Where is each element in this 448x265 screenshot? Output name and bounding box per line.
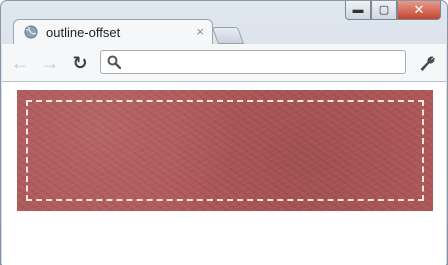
window-controls: ▬ ▢ ✕ [345, 1, 441, 21]
close-icon: ✕ [413, 2, 425, 17]
dashed-outline [26, 100, 424, 201]
toolbar: ← → ↻ [2, 44, 446, 82]
minimize-button[interactable]: ▬ [345, 1, 371, 20]
close-window-button[interactable]: ✕ [397, 1, 441, 20]
search-icon [107, 55, 121, 69]
globe-icon [24, 25, 38, 39]
forward-arrow-icon: → [41, 53, 59, 73]
tab-close-button[interactable]: × [196, 24, 204, 40]
maximize-button[interactable]: ▢ [371, 1, 397, 20]
address-input[interactable] [127, 53, 401, 73]
title-bar: outline-offset × ▬ ▢ ✕ [1, 1, 447, 45]
page-content [2, 82, 446, 265]
address-bar[interactable] [100, 50, 406, 74]
reload-button[interactable]: ↻ [70, 53, 90, 73]
reload-icon: ↻ [72, 53, 88, 73]
wrench-icon[interactable] [418, 54, 436, 72]
back-arrow-icon: ← [11, 53, 29, 73]
minimize-icon: ▬ [352, 4, 364, 16]
leather-box [17, 90, 433, 211]
browser-window: outline-offset × ▬ ▢ ✕ ← → ↻ [0, 0, 448, 265]
back-button[interactable]: ← [10, 53, 30, 73]
tab-outline-offset[interactable]: outline-offset × [13, 19, 213, 45]
new-tab-button[interactable] [211, 27, 245, 44]
forward-button[interactable]: → [40, 53, 60, 73]
maximize-icon: ▢ [378, 4, 390, 16]
tab-title: outline-offset [46, 25, 121, 40]
